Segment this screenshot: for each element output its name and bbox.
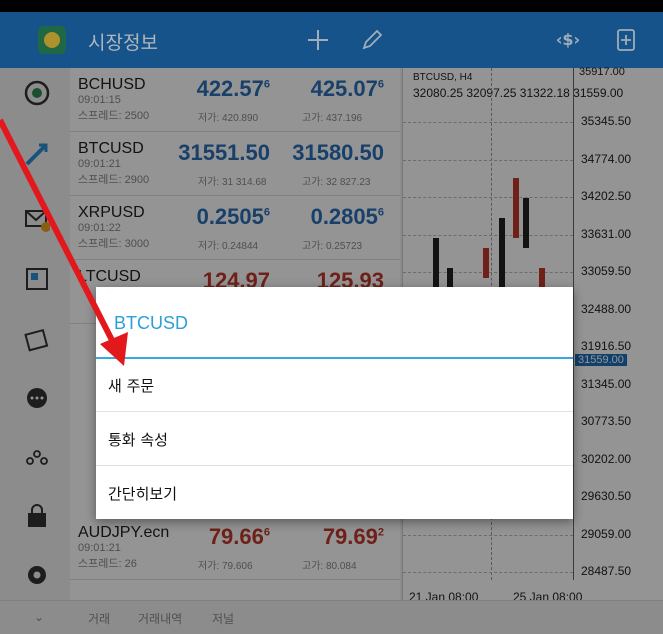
app-screen: 시장정보 ‹$› BCHUSD 09:01:15 스프레드: 2500 422.… <box>0 0 663 634</box>
overlay-dim <box>0 12 663 68</box>
menu-item-symbol-properties[interactable]: 통화 속성 <box>96 413 573 466</box>
dialog-title: BTCUSD <box>114 313 189 333</box>
menu-item-label: 간단히보기 <box>108 485 178 503</box>
menu-item-label: 새 주문 <box>108 377 155 395</box>
menu-item-label: 통화 속성 <box>108 431 168 449</box>
menu-item-new-order[interactable]: 새 주문 <box>96 359 573 412</box>
symbol-context-dialog: BTCUSD 새 주문 통화 속성 간단히보기 <box>96 287 573 519</box>
menu-item-quick-view[interactable]: 간단히보기 <box>96 467 573 520</box>
